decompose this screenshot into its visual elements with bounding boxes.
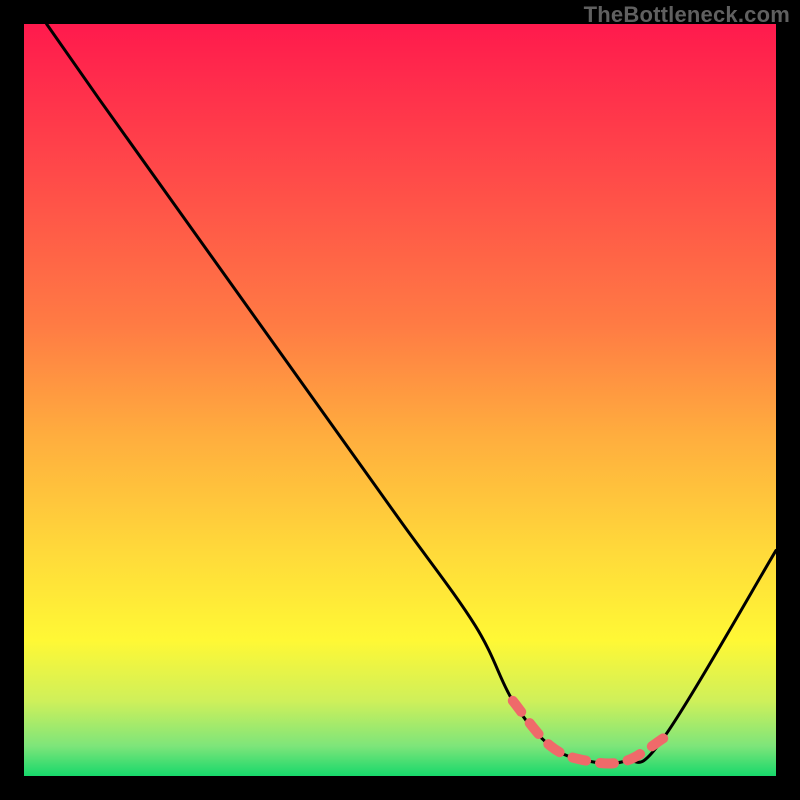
- chart-frame: [24, 24, 776, 776]
- bottleneck-chart: [24, 24, 776, 776]
- gradient-background: [24, 24, 776, 776]
- watermark-text: TheBottleneck.com: [584, 2, 790, 28]
